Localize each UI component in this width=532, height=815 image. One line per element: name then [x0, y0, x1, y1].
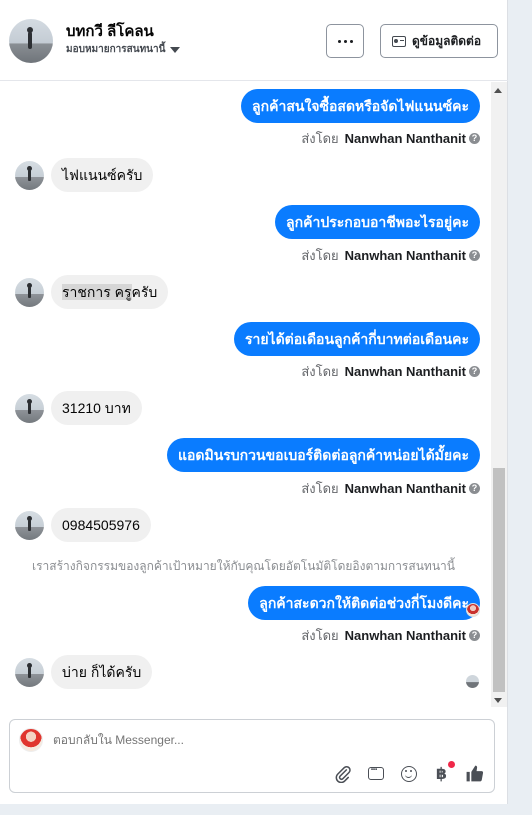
- like-button[interactable]: [465, 764, 484, 783]
- conversation-panel: บทกวี ลีโคลน มอบหมายการสนทนานี้ ดูข้อมูล…: [0, 0, 508, 804]
- attachment-icon: [335, 765, 351, 783]
- outgoing-message[interactable]: ลูกค้าสนใจซื้อสดหรือจัดไฟแนนซ์คะ: [241, 89, 480, 123]
- seen-receipt-avatar: [466, 675, 479, 688]
- outgoing-message[interactable]: แอดมินรบกวนขอเบอร์ติดต่อลูกค้าหน่อยได้มั…: [166, 438, 480, 472]
- emoji-button[interactable]: [399, 764, 418, 783]
- assign-conversation-dropdown[interactable]: มอบหมายการสนทนานี้: [66, 42, 181, 57]
- caret-down-icon: [170, 46, 181, 53]
- contact-card-icon: [392, 35, 406, 47]
- composer-toolbar: ฿: [333, 761, 484, 783]
- help-icon[interactable]: ?: [469, 630, 480, 641]
- reply-composer: ฿: [9, 719, 495, 793]
- notification-dot: [448, 761, 455, 768]
- sender-avatar[interactable]: [15, 658, 44, 687]
- sent-by-label: ส่งโดย Nanwhan Nanthanit ?: [301, 625, 480, 646]
- view-contact-info-label: ดูข้อมูลติดต่อ: [412, 33, 482, 48]
- outgoing-message[interactable]: ลูกค้าสะดวกให้ติดต่อช่วงกี่โมงดีคะ: [248, 586, 480, 620]
- sent-by-label: ส่งโดย Nanwhan Nanthanit ?: [301, 245, 480, 266]
- contact-name[interactable]: บทกวี ลีโคลน: [66, 19, 154, 43]
- sent-by-label: ส่งโดย Nanwhan Nanthanit ?: [301, 128, 480, 149]
- more-options-button[interactable]: [326, 24, 364, 58]
- contact-avatar[interactable]: [9, 19, 53, 63]
- incoming-message[interactable]: บ่าย ก็ได้ครับ: [51, 655, 153, 689]
- sent-by-label: ส่งโดย Nanwhan Nanthanit ?: [301, 361, 480, 382]
- scroll-up-arrow[interactable]: [494, 88, 502, 93]
- incoming-message[interactable]: 31210 บาท: [51, 391, 142, 425]
- emoji-icon: [400, 765, 417, 782]
- scrollbar-thumb[interactable]: [493, 468, 505, 692]
- help-icon[interactable]: ?: [469, 366, 480, 377]
- view-contact-info-button[interactable]: ดูข้อมูลติดต่อ: [380, 24, 498, 58]
- sender-avatar[interactable]: [15, 511, 44, 540]
- payment-button[interactable]: ฿: [432, 761, 455, 783]
- help-icon[interactable]: ?: [469, 250, 480, 261]
- reply-input[interactable]: [53, 733, 353, 747]
- help-icon[interactable]: ?: [469, 483, 480, 494]
- outgoing-message[interactable]: รายได้ต่อเดือนลูกค้ากี่บาทต่อเดือนคะ: [233, 322, 480, 356]
- agent-avatar: [19, 728, 43, 752]
- more-icon: [337, 39, 341, 43]
- incoming-message[interactable]: ราชการ ครูครับ: [51, 275, 169, 309]
- scroll-down-arrow[interactable]: [494, 698, 502, 703]
- assign-label: มอบหมายการสนทนานี้: [66, 44, 166, 55]
- outgoing-message[interactable]: ลูกค้าประกอบอาชีพอะไรอยู่คะ: [275, 205, 480, 239]
- help-icon[interactable]: ?: [469, 133, 480, 144]
- sent-by-label: ส่งโดย Nanwhan Nanthanit ?: [301, 478, 480, 499]
- read-receipt-avatar: [466, 603, 480, 617]
- highlighted-text: ราชการ ครู: [62, 284, 132, 300]
- attachment-button[interactable]: [333, 764, 352, 783]
- incoming-message[interactable]: ไฟแนนซ์ครับ: [51, 158, 154, 192]
- sender-avatar[interactable]: [15, 161, 44, 190]
- saved-reply-button[interactable]: [366, 761, 385, 783]
- saved-reply-icon: [367, 761, 384, 780]
- baht-icon: ฿: [435, 765, 448, 783]
- sender-avatar[interactable]: [15, 278, 44, 307]
- like-icon: [466, 765, 484, 782]
- sender-avatar[interactable]: [15, 394, 44, 423]
- incoming-message[interactable]: 0984505976: [51, 508, 151, 542]
- system-note: เราสร้างกิจกรรมของลูกค้าเป้าหมายให้กับคุ…: [32, 559, 455, 573]
- conversation-header: บทกวี ลีโคลน มอบหมายการสนทนานี้ ดูข้อมูล…: [0, 0, 508, 81]
